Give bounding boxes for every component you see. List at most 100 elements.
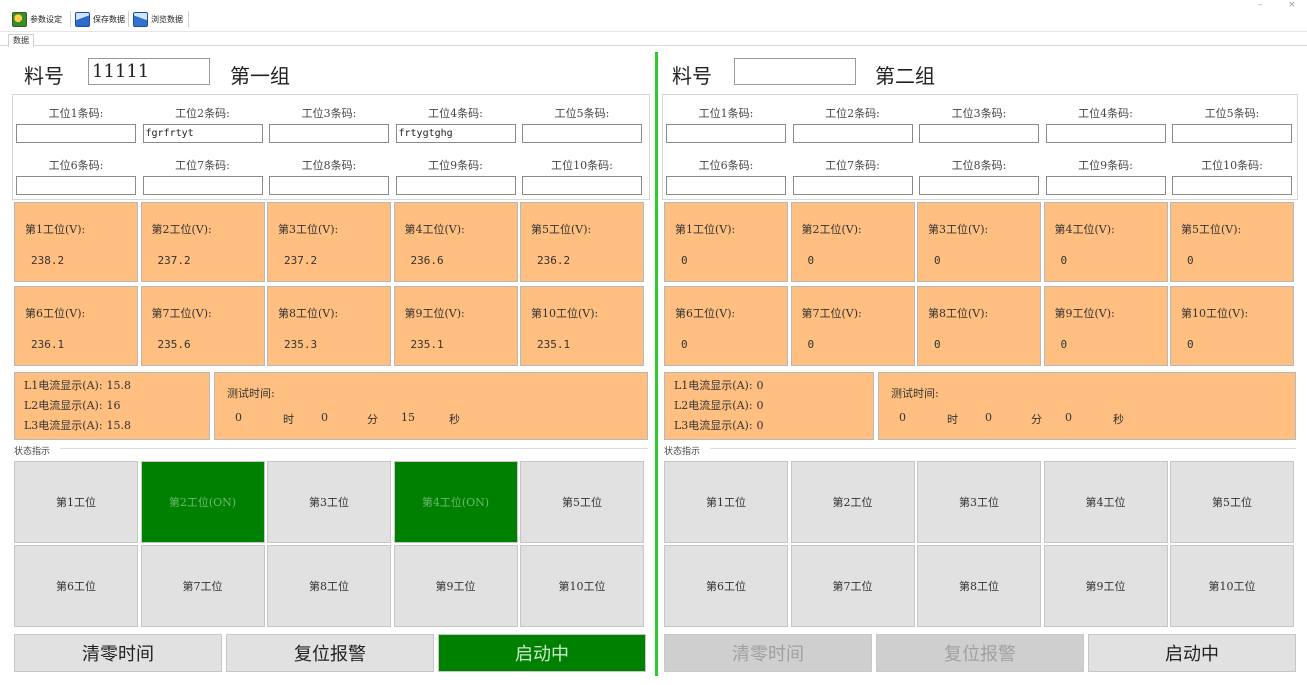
barcode-cell-station-6: 工位6条码: — [663, 147, 789, 199]
voltage-value: 0 — [681, 254, 688, 267]
voltage-station-10: 第10工位(V): 0 — [1170, 286, 1294, 366]
toolbar-separator — [188, 11, 189, 27]
station-indicator-10[interactable]: 第10工位 — [1170, 545, 1294, 627]
barcode-grid: 工位1条码: 工位2条码: 工位3条码: 工位4条码: 工位5条码: 工位6条码: 工位7条… — [662, 94, 1298, 200]
station-indicator-4[interactable]: 第4工位(ON) — [393, 461, 518, 543]
barcode-input-station-6[interactable] — [16, 176, 136, 195]
browse-data-button[interactable]: 浏览数据 — [133, 9, 183, 29]
barcode-input-station-8[interactable] — [269, 176, 389, 195]
barcode-cell-station-4: 工位4条码: — [393, 95, 519, 147]
current-display: L1电流显示(A): 0 L2电流显示(A): 0 L3电流显示(A): 0 — [664, 372, 874, 440]
barcode-input-station-10[interactable] — [1172, 176, 1292, 195]
reset-alarm-button: 复位报警 — [876, 634, 1084, 672]
voltage-station-7: 第7工位(V): 0 — [790, 286, 915, 366]
voltage-label: 第2工位(V): — [801, 223, 862, 236]
current-value: 16 — [106, 399, 121, 412]
voltage-value: 0 — [1187, 338, 1194, 351]
reset-time-button[interactable]: 清零时间 — [14, 634, 222, 672]
current-value: 0 — [756, 379, 764, 392]
start-button[interactable]: 启动中 — [438, 634, 646, 672]
save-data-button[interactable]: 保存数据 — [75, 9, 125, 29]
reset-time-button: 清零时间 — [664, 634, 872, 672]
barcode-label: 工位6条码: — [698, 159, 754, 172]
station-indicator-2[interactable]: 第2工位 — [790, 461, 915, 543]
current-line-L3: L3电流显示(A): 0 — [674, 417, 764, 433]
tab-data[interactable]: 数据 — [8, 34, 34, 47]
test-time-label: 测试时间: — [227, 387, 275, 400]
barcode-cell-station-2: 工位2条码: — [140, 95, 266, 147]
test-time-minutes: 0 — [985, 411, 992, 424]
voltage-station-1: 第1工位(V): 238.2 — [14, 202, 138, 282]
minimize-icon[interactable]: – — [1258, 0, 1263, 10]
reset-alarm-button[interactable]: 复位报警 — [226, 634, 434, 672]
station-indicator-5[interactable]: 第5工位 — [520, 461, 644, 543]
barcode-input-station-6[interactable] — [666, 176, 786, 195]
station-indicator-6[interactable]: 第6工位 — [14, 545, 138, 627]
barcode-input-station-7[interactable] — [792, 176, 913, 195]
barcode-input-station-5[interactable] — [522, 124, 642, 143]
close-icon[interactable]: × — [1288, 0, 1296, 10]
voltage-value: 0 — [807, 254, 815, 267]
current-label: L1电流显示(A): — [24, 379, 103, 392]
station-indicator-3[interactable]: 第3工位 — [917, 461, 1041, 543]
voltage-station-1: 第1工位(V): 0 — [664, 202, 788, 282]
station-indicator-6[interactable]: 第6工位 — [664, 545, 788, 627]
settings-icon — [12, 11, 27, 27]
voltage-value: 237.2 — [157, 254, 191, 267]
voltage-label: 第5工位(V): — [531, 223, 592, 236]
voltage-label: 第8工位(V): — [928, 307, 989, 320]
barcode-input-station-9[interactable] — [1045, 176, 1166, 195]
settings-button[interactable]: 参数设定 — [12, 9, 62, 29]
part-number-label: 料号 — [672, 64, 712, 88]
barcode-input-station-9[interactable] — [395, 176, 516, 195]
station-indicator-7[interactable]: 第7工位 — [790, 545, 915, 627]
barcode-input-station-4[interactable] — [1045, 124, 1166, 143]
voltage-label: 第1工位(V): — [25, 223, 86, 236]
station-indicator-7[interactable]: 第7工位 — [140, 545, 265, 627]
browse-icon — [133, 11, 148, 27]
part-number-input[interactable] — [88, 58, 210, 85]
barcode-input-station-1[interactable] — [666, 124, 786, 143]
station-indicator-9[interactable]: 第9工位 — [1043, 545, 1168, 627]
barcode-cell-station-2: 工位2条码: — [790, 95, 916, 147]
barcode-input-station-2[interactable] — [792, 124, 913, 143]
voltage-label: 第7工位(V): — [151, 307, 212, 320]
voltage-station-9: 第9工位(V): 0 — [1043, 286, 1168, 366]
barcode-input-station-7[interactable] — [142, 176, 263, 195]
station-indicator-8[interactable]: 第8工位 — [267, 545, 391, 627]
station-indicator-8[interactable]: 第8工位 — [917, 545, 1041, 627]
station-indicator-9[interactable]: 第9工位 — [393, 545, 518, 627]
voltage-station-5: 第5工位(V): 0 — [1170, 202, 1294, 282]
barcode-input-station-5[interactable] — [1172, 124, 1292, 143]
barcode-label: 工位10条码: — [1201, 159, 1263, 172]
barcode-input-station-2[interactable] — [142, 124, 263, 143]
voltage-station-8: 第8工位(V): 235.3 — [267, 286, 391, 366]
test-time-hours-unit: 时 — [947, 413, 958, 426]
voltage-label: 第1工位(V): — [675, 223, 736, 236]
voltage-label: 第3工位(V): — [278, 223, 339, 236]
barcode-cell-station-3: 工位3条码: — [916, 95, 1042, 147]
barcode-input-station-4[interactable] — [395, 124, 516, 143]
station-indicator-1[interactable]: 第1工位 — [664, 461, 788, 543]
start-button[interactable]: 启动中 — [1088, 634, 1296, 672]
current-line-L1: L1电流显示(A): 0 — [674, 377, 764, 393]
browse-data-label: 浏览数据 — [151, 14, 183, 24]
station-indicator-3[interactable]: 第3工位 — [267, 461, 391, 543]
voltage-label: 第5工位(V): — [1181, 223, 1242, 236]
group-title: 第一组 — [230, 64, 290, 88]
barcode-label: 工位7条码: — [175, 159, 230, 172]
voltage-label: 第2工位(V): — [151, 223, 212, 236]
barcode-input-station-8[interactable] — [919, 176, 1039, 195]
station-indicator-4[interactable]: 第4工位 — [1043, 461, 1168, 543]
barcode-input-station-10[interactable] — [522, 176, 642, 195]
station-indicator-5[interactable]: 第5工位 — [1170, 461, 1294, 543]
station-indicator-1[interactable]: 第1工位 — [14, 461, 138, 543]
part-number-label: 料号 — [24, 64, 64, 88]
barcode-input-station-1[interactable] — [16, 124, 136, 143]
station-indicator-10[interactable]: 第10工位 — [520, 545, 644, 627]
station-indicator-2[interactable]: 第2工位(ON) — [140, 461, 265, 543]
barcode-input-station-3[interactable] — [269, 124, 389, 143]
part-number-input[interactable] — [734, 58, 856, 85]
voltage-station-5: 第5工位(V): 236.2 — [520, 202, 644, 282]
barcode-input-station-3[interactable] — [919, 124, 1039, 143]
